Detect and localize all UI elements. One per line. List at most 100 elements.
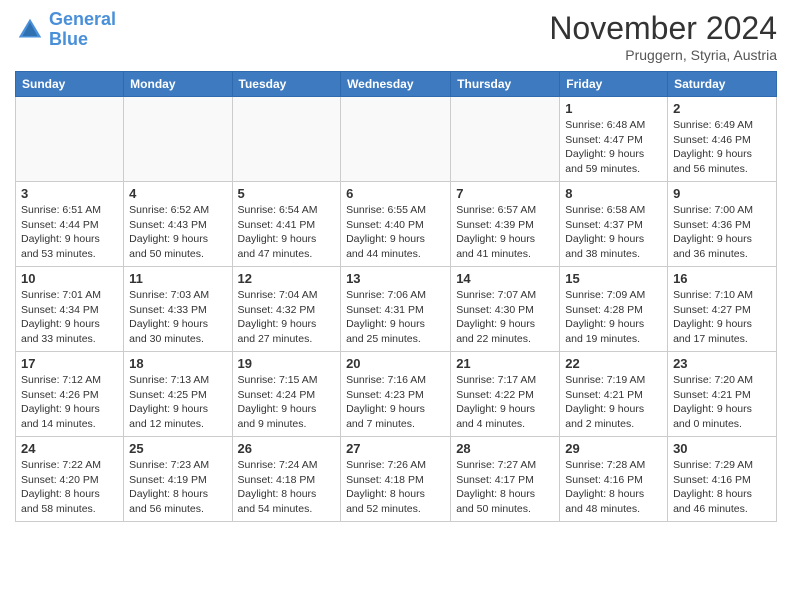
- weekday-header-monday: Monday: [124, 72, 232, 97]
- day-number: 3: [21, 186, 118, 201]
- day-info: Sunrise: 7:13 AMSunset: 4:25 PMDaylight:…: [129, 373, 226, 432]
- day-info: Sunrise: 7:00 AMSunset: 4:36 PMDaylight:…: [673, 203, 771, 262]
- day-info: Sunrise: 6:58 AMSunset: 4:37 PMDaylight:…: [565, 203, 662, 262]
- day-number: 8: [565, 186, 662, 201]
- day-number: 10: [21, 271, 118, 286]
- day-number: 1: [565, 101, 662, 116]
- day-info: Sunrise: 6:48 AMSunset: 4:47 PMDaylight:…: [565, 118, 662, 177]
- calendar-cell: [451, 97, 560, 182]
- calendar-cell: 26 Sunrise: 7:24 AMSunset: 4:18 PMDayligh…: [232, 437, 341, 522]
- day-info: Sunrise: 6:49 AMSunset: 4:46 PMDaylight:…: [673, 118, 771, 177]
- day-number: 21: [456, 356, 554, 371]
- weekday-header-thursday: Thursday: [451, 72, 560, 97]
- calendar-table: SundayMondayTuesdayWednesdayThursdayFrid…: [15, 71, 777, 522]
- weekday-header-wednesday: Wednesday: [341, 72, 451, 97]
- calendar-cell: 13 Sunrise: 7:06 AMSunset: 4:31 PMDayligh…: [341, 267, 451, 352]
- day-number: 16: [673, 271, 771, 286]
- day-number: 4: [129, 186, 226, 201]
- logo-icon: [15, 15, 45, 45]
- day-info: Sunrise: 7:28 AMSunset: 4:16 PMDaylight:…: [565, 458, 662, 517]
- calendar-cell: 22Sunrise: 7:19 AMSunset: 4:21 PMDayligh…: [560, 352, 668, 437]
- title-block: November 2024 Pruggern, Styria, Austria: [549, 10, 777, 63]
- day-info: Sunrise: 7:16 AMSunset: 4:23 PMDaylight:…: [346, 373, 445, 432]
- week-row-4: 17Sunrise: 7:12 AMSunset: 4:26 PMDayligh…: [16, 352, 777, 437]
- day-info: Sunrise: 6:52 AMSunset: 4:43 PMDaylight:…: [129, 203, 226, 262]
- calendar-cell: 16 Sunrise: 7:10 AMSunset: 4:27 PMDayligh…: [668, 267, 777, 352]
- calendar-cell: 21 Sunrise: 7:17 AMSunset: 4:22 PMDayligh…: [451, 352, 560, 437]
- calendar-cell: 17Sunrise: 7:12 AMSunset: 4:26 PMDayligh…: [16, 352, 124, 437]
- calendar-cell: 20Sunrise: 7:16 AMSunset: 4:23 PMDayligh…: [341, 352, 451, 437]
- logo-line1: General: [49, 9, 116, 29]
- day-info: Sunrise: 7:26 AMSunset: 4:18 PMDaylight:…: [346, 458, 445, 517]
- week-row-1: 1 Sunrise: 6:48 AMSunset: 4:47 PMDaylight…: [16, 97, 777, 182]
- weekday-header-row: SundayMondayTuesdayWednesdayThursdayFrid…: [16, 72, 777, 97]
- day-info: Sunrise: 6:57 AMSunset: 4:39 PMDaylight:…: [456, 203, 554, 262]
- day-number: 7: [456, 186, 554, 201]
- calendar-cell: 24 Sunrise: 7:22 AMSunset: 4:20 PMDayligh…: [16, 437, 124, 522]
- day-number: 27: [346, 441, 445, 456]
- day-info: Sunrise: 6:55 AMSunset: 4:40 PMDaylight:…: [346, 203, 445, 262]
- day-number: 9: [673, 186, 771, 201]
- day-number: 28: [456, 441, 554, 456]
- calendar-cell: 6 Sunrise: 6:55 AMSunset: 4:40 PMDaylight…: [341, 182, 451, 267]
- day-number: 13: [346, 271, 445, 286]
- day-number: 17: [21, 356, 118, 371]
- day-number: 14: [456, 271, 554, 286]
- page-header: General Blue November 2024 Pruggern, Sty…: [15, 10, 777, 63]
- calendar-cell: 25 Sunrise: 7:23 AMSunset: 4:19 PMDayligh…: [124, 437, 232, 522]
- week-row-3: 10 Sunrise: 7:01 AMSunset: 4:34 PMDayligh…: [16, 267, 777, 352]
- day-number: 12: [238, 271, 336, 286]
- day-info: Sunrise: 7:10 AMSunset: 4:27 PMDaylight:…: [673, 288, 771, 347]
- day-number: 30: [673, 441, 771, 456]
- weekday-header-friday: Friday: [560, 72, 668, 97]
- week-row-5: 24 Sunrise: 7:22 AMSunset: 4:20 PMDayligh…: [16, 437, 777, 522]
- day-number: 22: [565, 356, 662, 371]
- day-number: 29: [565, 441, 662, 456]
- day-info: Sunrise: 7:01 AMSunset: 4:34 PMDaylight:…: [21, 288, 118, 347]
- day-number: 25: [129, 441, 226, 456]
- day-info: Sunrise: 7:23 AMSunset: 4:19 PMDaylight:…: [129, 458, 226, 517]
- day-info: Sunrise: 6:51 AMSunset: 4:44 PMDaylight:…: [21, 203, 118, 262]
- calendar-cell: [124, 97, 232, 182]
- day-number: 5: [238, 186, 336, 201]
- day-info: Sunrise: 7:04 AMSunset: 4:32 PMDaylight:…: [238, 288, 336, 347]
- day-info: Sunrise: 7:24 AMSunset: 4:18 PMDaylight:…: [238, 458, 336, 517]
- day-info: Sunrise: 7:03 AMSunset: 4:33 PMDaylight:…: [129, 288, 226, 347]
- week-row-2: 3 Sunrise: 6:51 AMSunset: 4:44 PMDaylight…: [16, 182, 777, 267]
- calendar-cell: 3 Sunrise: 6:51 AMSunset: 4:44 PMDaylight…: [16, 182, 124, 267]
- weekday-header-saturday: Saturday: [668, 72, 777, 97]
- day-info: Sunrise: 7:17 AMSunset: 4:22 PMDaylight:…: [456, 373, 554, 432]
- day-info: Sunrise: 6:54 AMSunset: 4:41 PMDaylight:…: [238, 203, 336, 262]
- calendar-cell: 5 Sunrise: 6:54 AMSunset: 4:41 PMDaylight…: [232, 182, 341, 267]
- calendar-cell: 27 Sunrise: 7:26 AMSunset: 4:18 PMDayligh…: [341, 437, 451, 522]
- calendar-cell: [232, 97, 341, 182]
- calendar-cell: [341, 97, 451, 182]
- day-info: Sunrise: 7:15 AMSunset: 4:24 PMDaylight:…: [238, 373, 336, 432]
- calendar-cell: 2Sunrise: 6:49 AMSunset: 4:46 PMDaylight…: [668, 97, 777, 182]
- calendar-cell: [16, 97, 124, 182]
- day-number: 26: [238, 441, 336, 456]
- day-info: Sunrise: 7:07 AMSunset: 4:30 PMDaylight:…: [456, 288, 554, 347]
- day-number: 23: [673, 356, 771, 371]
- day-info: Sunrise: 7:27 AMSunset: 4:17 PMDaylight:…: [456, 458, 554, 517]
- day-number: 24: [21, 441, 118, 456]
- calendar-cell: 29 Sunrise: 7:28 AMSunset: 4:16 PMDayligh…: [560, 437, 668, 522]
- calendar-cell: 8 Sunrise: 6:58 AMSunset: 4:37 PMDaylight…: [560, 182, 668, 267]
- day-info: Sunrise: 7:06 AMSunset: 4:31 PMDaylight:…: [346, 288, 445, 347]
- day-number: 18: [129, 356, 226, 371]
- day-number: 11: [129, 271, 226, 286]
- day-number: 6: [346, 186, 445, 201]
- calendar-cell: 14 Sunrise: 7:07 AMSunset: 4:30 PMDayligh…: [451, 267, 560, 352]
- calendar-cell: 15Sunrise: 7:09 AMSunset: 4:28 PMDayligh…: [560, 267, 668, 352]
- calendar-cell: 30 Sunrise: 7:29 AMSunset: 4:16 PMDayligh…: [668, 437, 777, 522]
- logo: General Blue: [15, 10, 116, 50]
- calendar-cell: 18 Sunrise: 7:13 AMSunset: 4:25 PMDayligh…: [124, 352, 232, 437]
- location-subtitle: Pruggern, Styria, Austria: [549, 47, 777, 63]
- calendar-cell: 12 Sunrise: 7:04 AMSunset: 4:32 PMDayligh…: [232, 267, 341, 352]
- calendar-cell: 19 Sunrise: 7:15 AMSunset: 4:24 PMDayligh…: [232, 352, 341, 437]
- calendar-cell: 28 Sunrise: 7:27 AMSunset: 4:17 PMDayligh…: [451, 437, 560, 522]
- day-info: Sunrise: 7:22 AMSunset: 4:20 PMDaylight:…: [21, 458, 118, 517]
- day-info: Sunrise: 7:29 AMSunset: 4:16 PMDaylight:…: [673, 458, 771, 517]
- day-number: 19: [238, 356, 336, 371]
- logo-text: General Blue: [49, 10, 116, 50]
